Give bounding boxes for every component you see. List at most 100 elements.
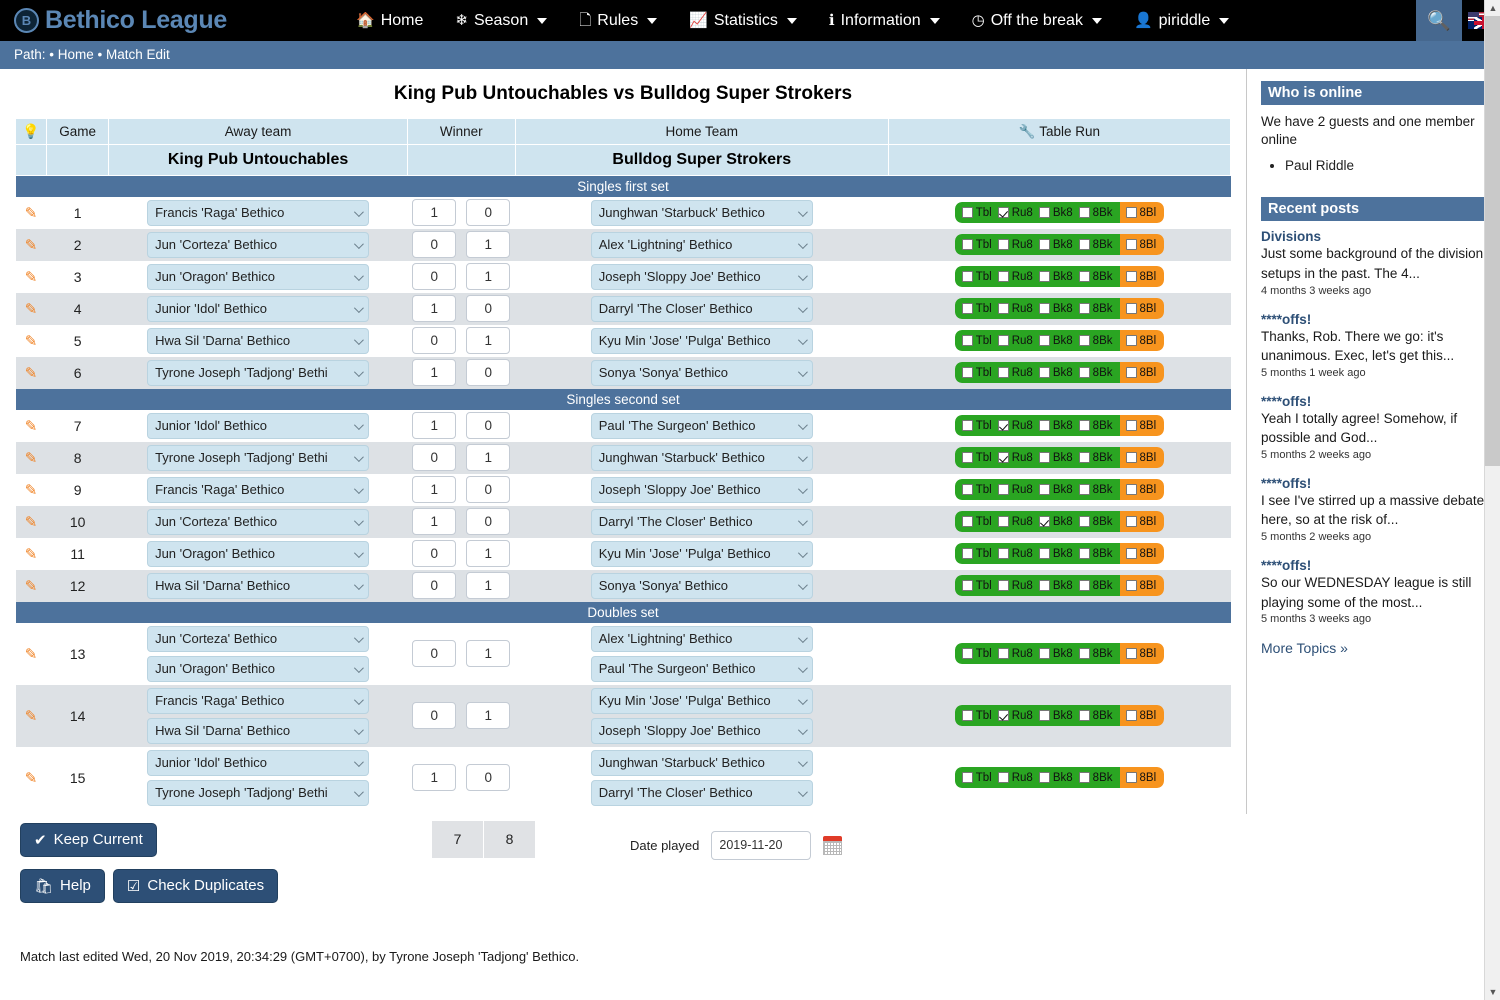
- run-checkbox-bk8[interactable]: Bk8: [1036, 452, 1076, 464]
- edit-game-cell[interactable]: ✎: [16, 229, 47, 261]
- scroll-up-icon[interactable]: ▲: [1485, 0, 1500, 16]
- away-score-input[interactable]: 0: [412, 640, 456, 667]
- run-checkbox-8bl[interactable]: 8Bl: [1123, 303, 1160, 315]
- home-score-input[interactable]: 1: [466, 540, 510, 567]
- home-score-input[interactable]: 1: [466, 263, 510, 290]
- pencil-edit-icon[interactable]: ✎: [16, 513, 47, 531]
- away-score-input[interactable]: 0: [412, 327, 456, 354]
- edit-game-cell[interactable]: ✎: [16, 538, 47, 570]
- home-player-select[interactable]: Paul 'The Surgeon' Bethico: [591, 413, 813, 439]
- home-player-select[interactable]: Kyu Min 'Jose' 'Pulga' Bethico: [591, 541, 813, 567]
- home-player-select[interactable]: Darryl 'The Closer' Bethico: [591, 780, 813, 806]
- run-checkbox-8bl[interactable]: 8Bl: [1123, 239, 1160, 251]
- run-checkbox-tbl[interactable]: Tbl: [959, 548, 995, 560]
- away-score-input[interactable]: 0: [412, 231, 456, 258]
- recent-post-title[interactable]: ****offs!: [1261, 558, 1486, 573]
- edit-game-cell[interactable]: ✎: [16, 261, 47, 293]
- home-score-input[interactable]: 1: [466, 702, 510, 729]
- run-checkbox-tbl[interactable]: Tbl: [959, 367, 995, 379]
- more-topics-link[interactable]: More Topics »: [1261, 640, 1486, 656]
- run-checkbox-bk8[interactable]: Bk8: [1036, 335, 1076, 347]
- nav-item-information[interactable]: ℹ Information: [813, 2, 956, 40]
- run-checkbox-8bl[interactable]: 8Bl: [1123, 367, 1160, 379]
- home-score-input[interactable]: 1: [466, 640, 510, 667]
- away-score-input[interactable]: 0: [412, 572, 456, 599]
- pencil-edit-icon[interactable]: ✎: [16, 204, 47, 222]
- edit-game-cell[interactable]: ✎: [16, 623, 47, 685]
- run-checkbox-tbl[interactable]: Tbl: [959, 648, 995, 660]
- away-player-select[interactable]: Francis 'Raga' Bethico: [147, 200, 369, 226]
- run-checkbox-8bk[interactable]: 8Bk: [1076, 207, 1116, 219]
- run-checkbox-bk8[interactable]: Bk8: [1036, 484, 1076, 496]
- home-player-select[interactable]: Joseph 'Sloppy Joe' Bethico: [591, 718, 813, 744]
- nav-item-season[interactable]: ❄ Season: [439, 2, 563, 40]
- run-checkbox-8bk[interactable]: 8Bk: [1076, 648, 1116, 660]
- nav-item-off-the-break[interactable]: ◷ Off the break: [956, 2, 1118, 40]
- nav-item-statistics[interactable]: 📈 Statistics: [673, 2, 813, 40]
- edit-game-cell[interactable]: ✎: [16, 197, 47, 229]
- run-checkbox-8bk[interactable]: 8Bk: [1076, 772, 1116, 784]
- run-checkbox-8bl[interactable]: 8Bl: [1123, 271, 1160, 283]
- away-player-select[interactable]: Jun 'Corteza' Bethico: [147, 509, 369, 535]
- run-checkbox-ru8[interactable]: Ru8: [995, 303, 1036, 315]
- run-checkbox-8bk[interactable]: 8Bk: [1076, 452, 1116, 464]
- home-player-select[interactable]: Joseph 'Sloppy Joe' Bethico: [591, 264, 813, 290]
- run-checkbox-bk8[interactable]: Bk8: [1036, 772, 1076, 784]
- run-checkbox-8bk[interactable]: 8Bk: [1076, 580, 1116, 592]
- home-player-select[interactable]: Kyu Min 'Jose' 'Pulga' Bethico: [591, 328, 813, 354]
- away-player-select[interactable]: Hwa Sil 'Darna' Bethico: [147, 328, 369, 354]
- run-checkbox-ru8[interactable]: Ru8: [995, 484, 1036, 496]
- home-player-select[interactable]: Kyu Min 'Jose' 'Pulga' Bethico: [591, 688, 813, 714]
- run-checkbox-8bk[interactable]: 8Bk: [1076, 548, 1116, 560]
- away-player-select[interactable]: Jun 'Oragon' Bethico: [147, 656, 369, 682]
- pencil-edit-icon[interactable]: ✎: [16, 769, 47, 787]
- recent-post-title[interactable]: ****offs!: [1261, 476, 1486, 491]
- away-player-select[interactable]: Jun 'Oragon' Bethico: [147, 264, 369, 290]
- home-score-input[interactable]: 1: [466, 327, 510, 354]
- run-checkbox-bk8[interactable]: Bk8: [1036, 207, 1076, 219]
- run-checkbox-ru8[interactable]: Ru8: [995, 367, 1036, 379]
- calendar-icon[interactable]: [823, 836, 842, 855]
- away-player-select[interactable]: Tyrone Joseph 'Tadjong' Bethi: [147, 780, 369, 806]
- pencil-edit-icon[interactable]: ✎: [16, 545, 47, 563]
- run-checkbox-tbl[interactable]: Tbl: [959, 420, 995, 432]
- run-checkbox-ru8[interactable]: Ru8: [995, 580, 1036, 592]
- away-score-input[interactable]: 1: [412, 295, 456, 322]
- pencil-edit-icon[interactable]: ✎: [16, 332, 47, 350]
- away-player-select[interactable]: Francis 'Raga' Bethico: [147, 477, 369, 503]
- pencil-edit-icon[interactable]: ✎: [16, 707, 47, 725]
- search-icon[interactable]: 🔍: [1416, 0, 1462, 41]
- run-checkbox-ru8[interactable]: Ru8: [995, 239, 1036, 251]
- pencil-edit-icon[interactable]: ✎: [16, 268, 47, 286]
- recent-post-title[interactable]: ****offs!: [1261, 312, 1486, 327]
- home-player-select[interactable]: Alex 'Lightning' Bethico: [591, 626, 813, 652]
- run-checkbox-tbl[interactable]: Tbl: [959, 484, 995, 496]
- away-score-input[interactable]: 1: [412, 359, 456, 386]
- run-checkbox-8bl[interactable]: 8Bl: [1123, 580, 1160, 592]
- away-score-input[interactable]: 1: [412, 199, 456, 226]
- home-score-input[interactable]: 0: [466, 764, 510, 791]
- away-score-input[interactable]: 1: [412, 476, 456, 503]
- run-checkbox-8bl[interactable]: 8Bl: [1123, 648, 1160, 660]
- scroll-down-icon[interactable]: ▼: [1485, 984, 1500, 1000]
- away-player-select[interactable]: Tyrone Joseph 'Tadjong' Bethi: [147, 445, 369, 471]
- run-checkbox-tbl[interactable]: Tbl: [959, 207, 995, 219]
- pencil-edit-icon[interactable]: ✎: [16, 577, 47, 595]
- run-checkbox-bk8[interactable]: Bk8: [1036, 548, 1076, 560]
- recent-post-title[interactable]: Divisions: [1261, 229, 1486, 244]
- home-player-select[interactable]: Junghwan 'Starbuck' Bethico: [591, 750, 813, 776]
- away-score-input[interactable]: 0: [412, 702, 456, 729]
- away-score-input[interactable]: 0: [412, 444, 456, 471]
- run-checkbox-ru8[interactable]: Ru8: [995, 271, 1036, 283]
- edit-game-cell[interactable]: ✎: [16, 747, 47, 809]
- run-checkbox-8bk[interactable]: 8Bk: [1076, 367, 1116, 379]
- home-score-input[interactable]: 0: [466, 508, 510, 535]
- run-checkbox-tbl[interactable]: Tbl: [959, 516, 995, 528]
- run-checkbox-8bl[interactable]: 8Bl: [1123, 516, 1160, 528]
- edit-game-cell[interactable]: ✎: [16, 325, 47, 357]
- run-checkbox-ru8[interactable]: Ru8: [995, 207, 1036, 219]
- home-score-input[interactable]: 0: [466, 199, 510, 226]
- run-checkbox-ru8[interactable]: Ru8: [995, 648, 1036, 660]
- run-checkbox-8bl[interactable]: 8Bl: [1123, 207, 1160, 219]
- run-checkbox-bk8[interactable]: Bk8: [1036, 710, 1076, 722]
